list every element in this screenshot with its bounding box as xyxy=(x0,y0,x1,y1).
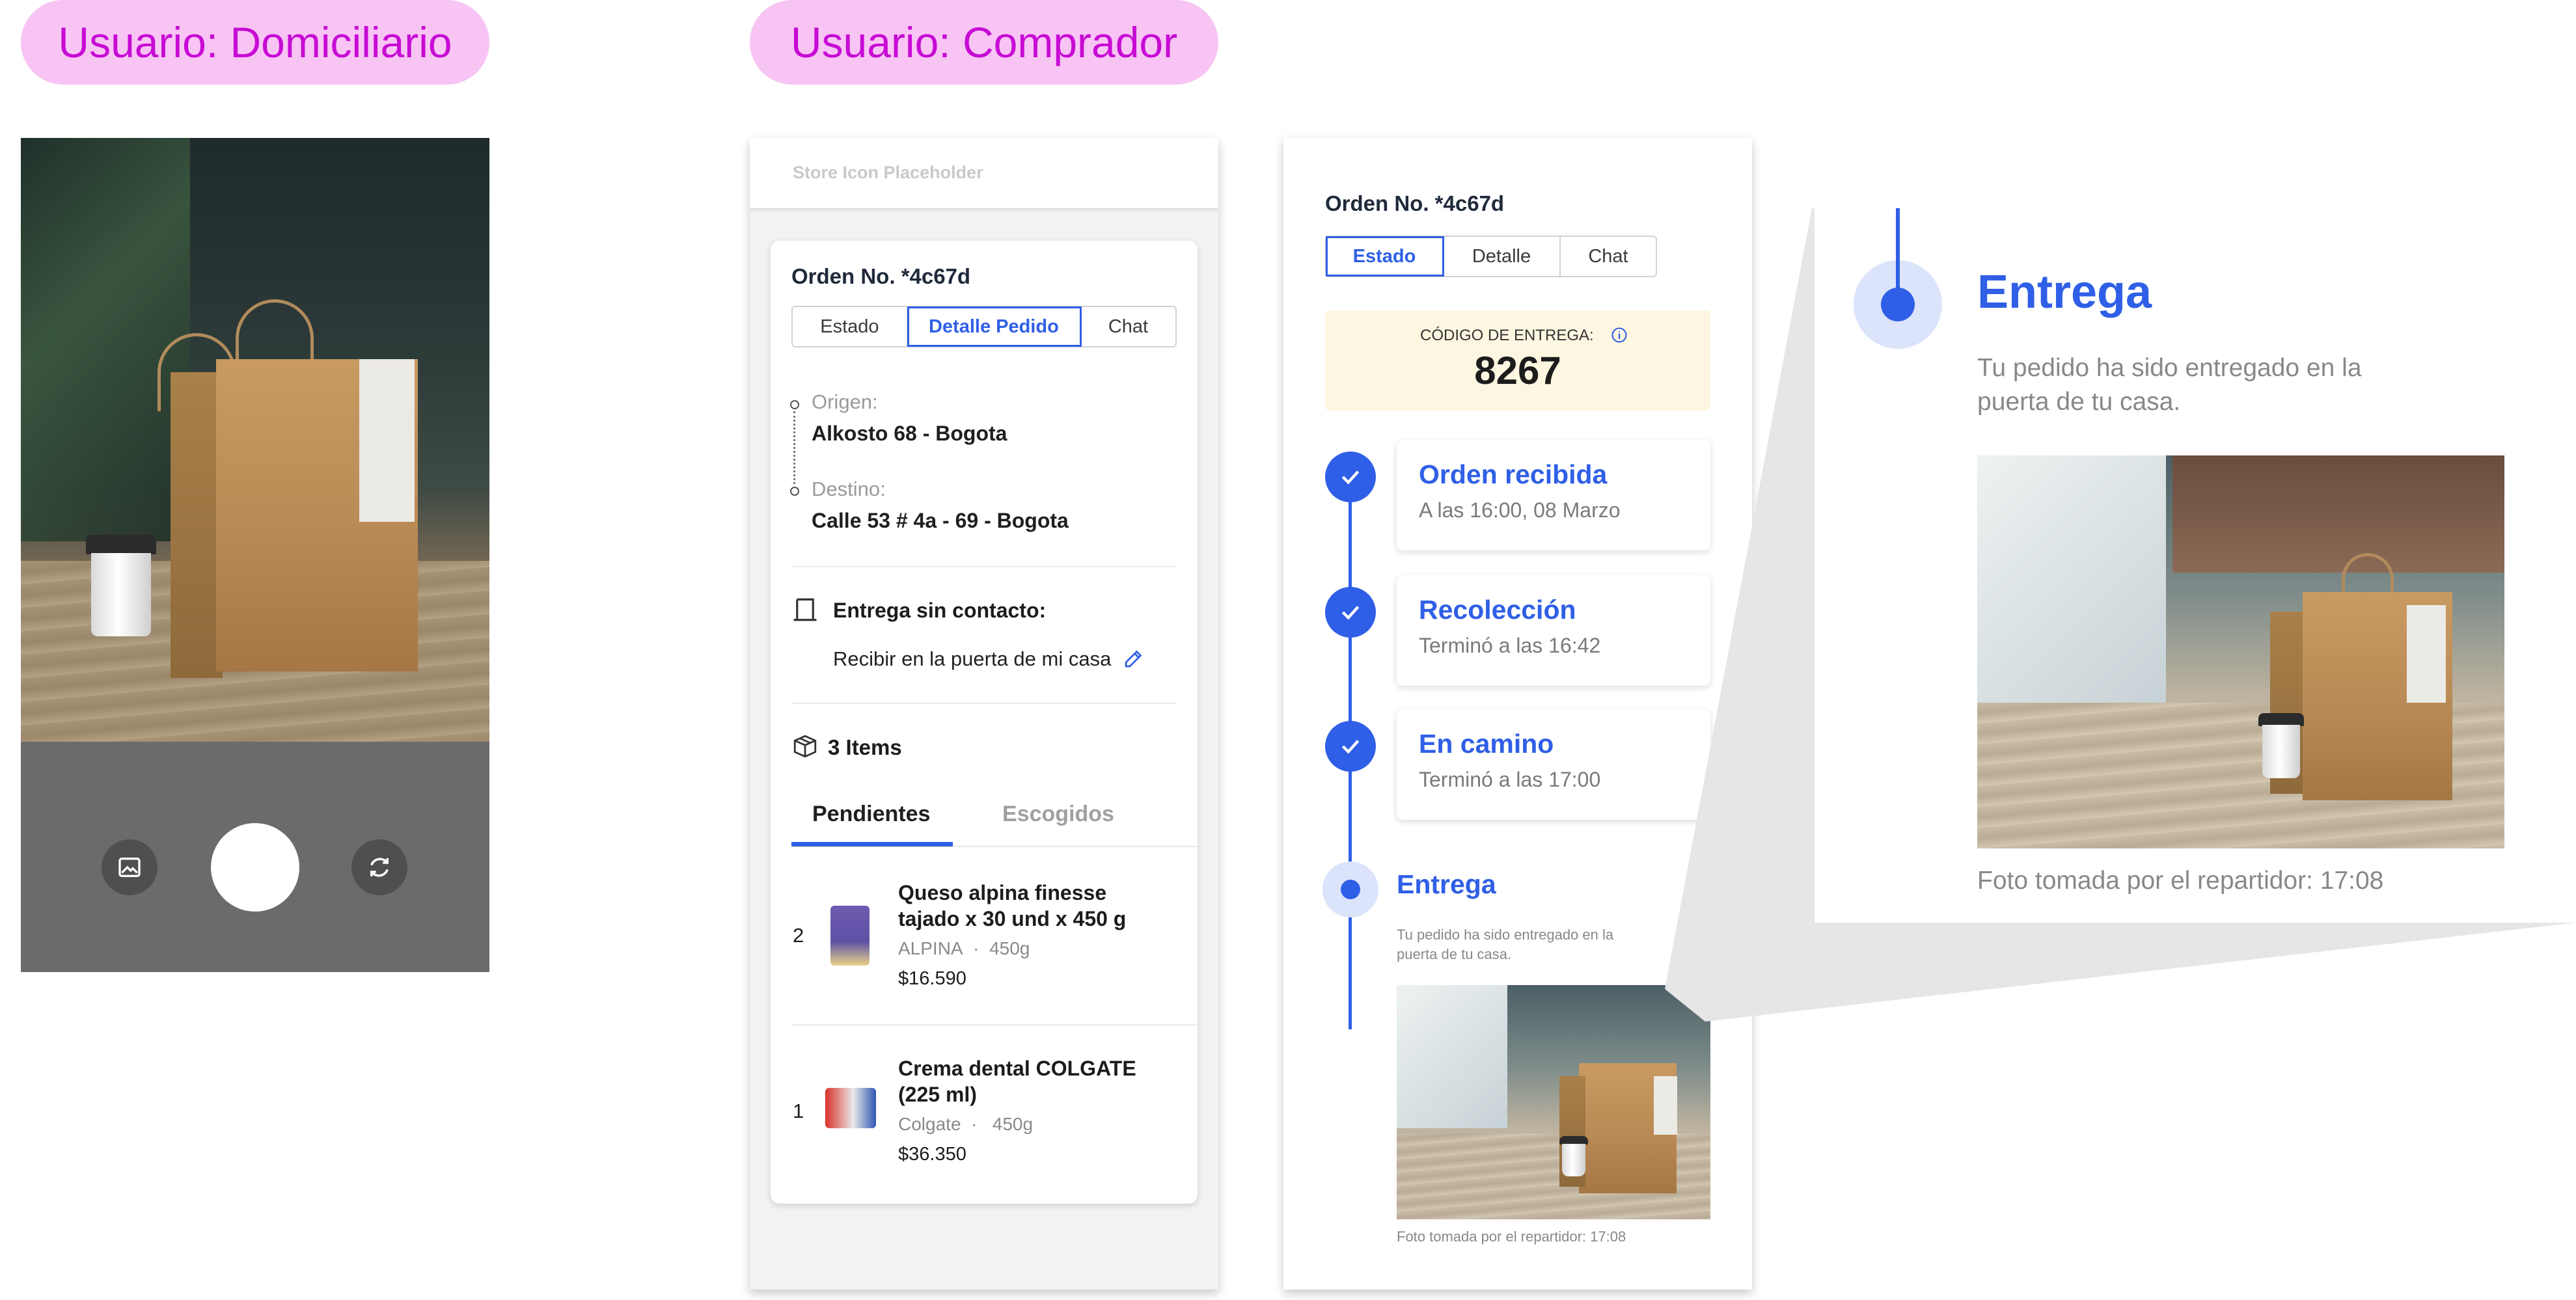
zoom-message-line1: Tu pedido ha sido entregado en la xyxy=(1977,354,2362,382)
zoom-delivery-photo[interactable] xyxy=(1977,455,2504,848)
zoom-panel-edge xyxy=(1812,208,1815,923)
zoom-timeline-line xyxy=(1896,208,1900,299)
zoom-panel: Entrega Tu pedido ha sido entregado en l… xyxy=(1812,208,2576,923)
tab-estado[interactable]: Estado xyxy=(1326,236,1444,277)
zoom-message-line2: puerta de tu casa. xyxy=(1977,388,2181,416)
zoom-title: Entrega xyxy=(1977,266,2152,318)
tab-detalle-pedido[interactable]: Detalle Pedido xyxy=(907,306,1082,347)
zoom-step-dot xyxy=(1881,288,1915,321)
zoom-photo-caption: Foto tomada por el repartidor: 17:08 xyxy=(1977,867,2384,895)
